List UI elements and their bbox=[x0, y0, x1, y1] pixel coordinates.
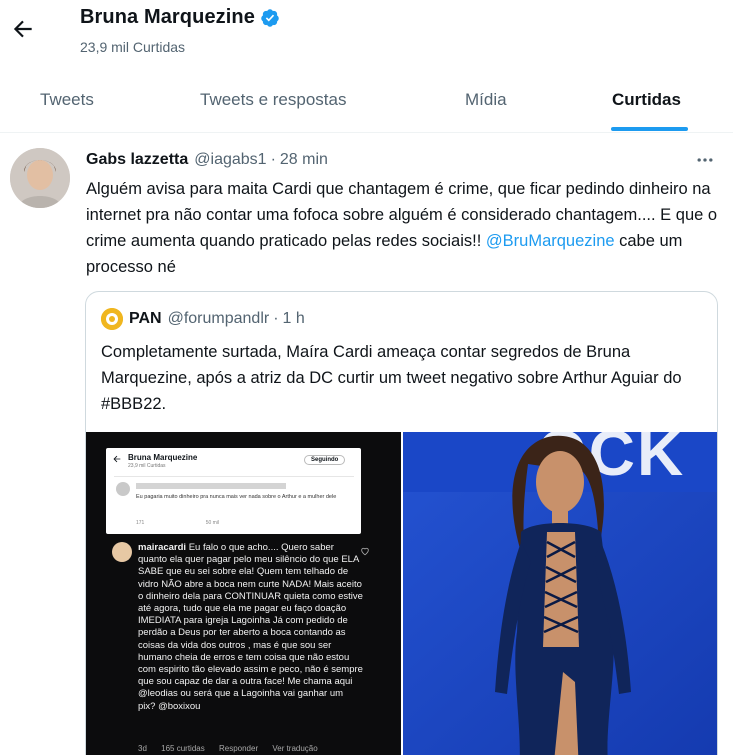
quote-separator-dot: · bbox=[273, 310, 279, 327]
actress-photo-image[interactable]: OCK bbox=[403, 432, 717, 755]
mention-link[interactable]: @BruMarquezine bbox=[486, 232, 615, 250]
likes-count: 23,9 mil Curtidas bbox=[80, 39, 186, 55]
inner-like-count: 50 mil bbox=[205, 520, 220, 526]
actress-figure bbox=[403, 435, 717, 755]
quote-header: PAN @forumpandlr · 1 h bbox=[101, 308, 305, 330]
verified-badge-icon bbox=[261, 8, 279, 27]
more-options-icon[interactable] bbox=[694, 150, 716, 170]
tweet-time[interactable]: 28 min bbox=[280, 151, 328, 169]
inner-avatar bbox=[116, 482, 130, 496]
quote-media: Bruna Marquezine 23,9 mil Curtidas Segui… bbox=[86, 432, 717, 755]
quote-author-name[interactable]: PAN bbox=[129, 310, 162, 328]
inner-tweet-text: Eu pagaria muito dinheiro pra nunca mais… bbox=[136, 494, 337, 500]
comment-avatar bbox=[112, 542, 132, 562]
inner-redacted-bar bbox=[136, 483, 286, 489]
inner-divider bbox=[114, 476, 354, 477]
tweet-header: Gabs lazzetta @iagabs1 · 28 min bbox=[86, 151, 328, 169]
inner-subtitle: 23,9 mil Curtidas bbox=[128, 463, 166, 469]
avatar[interactable] bbox=[10, 148, 70, 208]
active-tab-indicator bbox=[611, 127, 688, 131]
tab-tweets[interactable]: Tweets bbox=[40, 75, 94, 133]
inner-reply-count: 171 bbox=[136, 520, 145, 526]
title-row: Bruna Marquezine bbox=[80, 6, 280, 29]
comment-footer: 3d 165 curtidas Responder Ver tradução bbox=[138, 744, 330, 753]
profile-header: Bruna Marquezine 23,9 mil Curtidas bbox=[0, 0, 733, 68]
inner-back-arrow-icon bbox=[113, 455, 121, 463]
tab-curtidas[interactable]: Curtidas bbox=[612, 75, 681, 133]
quote-text: Completamente surtada, Maíra Cardi ameaç… bbox=[101, 343, 682, 413]
page-title: Bruna Marquezine bbox=[80, 6, 255, 28]
profile-tabs: Tweets Tweets e respostas Mídia Curtidas bbox=[0, 75, 733, 133]
inner-tweet-actions: 171 50 mil bbox=[136, 520, 219, 526]
inner-follow-button: Seguindo bbox=[304, 455, 346, 465]
author-name[interactable]: Gabs lazzetta bbox=[86, 151, 188, 169]
inner-title: Bruna Marquezine bbox=[128, 453, 198, 462]
avatar-photo bbox=[10, 148, 70, 208]
comment-text: mairacardi Eu falo o que acho.... Quero … bbox=[138, 542, 363, 713]
instagram-screenshot-image[interactable]: Bruna Marquezine 23,9 mil Curtidas Segui… bbox=[86, 432, 401, 755]
back-arrow-icon[interactable] bbox=[10, 16, 36, 42]
tab-tweets-e-respostas[interactable]: Tweets e respostas bbox=[200, 75, 346, 133]
comment-translate: Ver tradução bbox=[272, 744, 318, 753]
separator-dot: · bbox=[270, 151, 276, 168]
comment-age: 3d bbox=[138, 744, 147, 753]
quote-avatar bbox=[101, 308, 123, 330]
tweet[interactable]: Gabs lazzetta @iagabs1 · 28 min Alguém a… bbox=[0, 134, 733, 755]
comment-body: Eu falo o que acho.... Quero saber quant… bbox=[138, 542, 363, 712]
author-handle[interactable]: @iagabs1 bbox=[194, 151, 266, 169]
quote-time[interactable]: 1 h bbox=[283, 310, 305, 328]
inner-tweet-card: Bruna Marquezine 23,9 mil Curtidas Segui… bbox=[106, 448, 361, 534]
tweet-text: Alguém avisa para maita Cardi que chanta… bbox=[86, 176, 721, 280]
comment-heart-icon bbox=[361, 547, 369, 556]
comment-user: mairacardi bbox=[138, 542, 187, 553]
tab-midia[interactable]: Mídia bbox=[465, 75, 507, 133]
quote-author-handle[interactable]: @forumpandlr bbox=[168, 310, 270, 328]
quoted-tweet[interactable]: PAN @forumpandlr · 1 h Completamente sur… bbox=[85, 291, 718, 755]
pan-logo-icon bbox=[101, 308, 123, 330]
comment-likes: 165 curtidas bbox=[161, 744, 205, 753]
comment-reply: Responder bbox=[218, 744, 259, 753]
